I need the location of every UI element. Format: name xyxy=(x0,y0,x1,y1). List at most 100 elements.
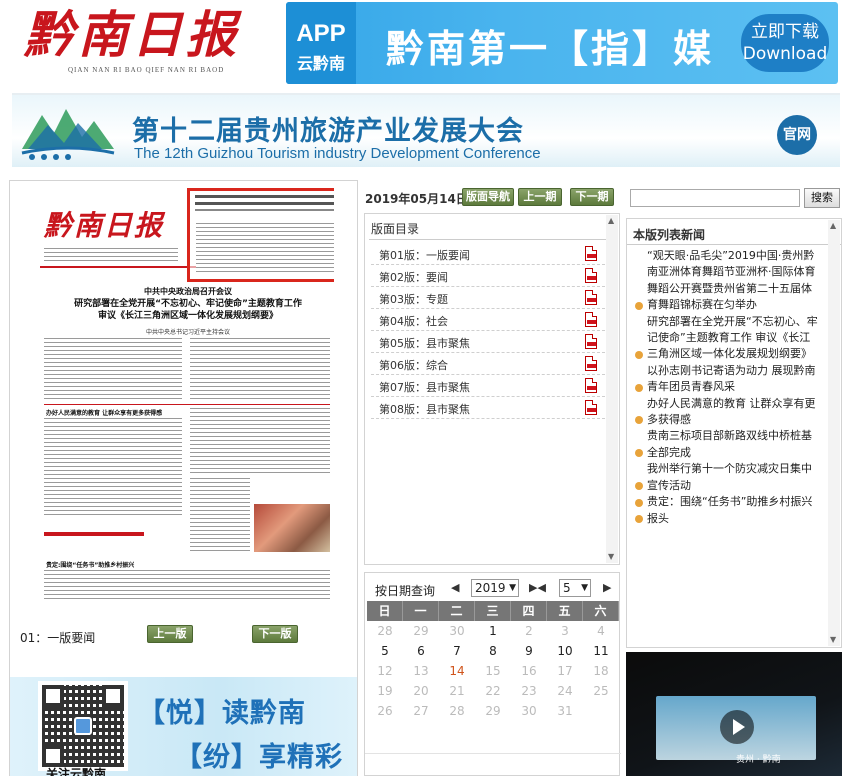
video-player[interactable]: 贵州 · 黔南 xyxy=(626,652,842,776)
news-item[interactable]: 我州举行第十一个防灾减灾日集中宣传活动 xyxy=(635,461,821,494)
news-item-text[interactable]: 研究部署在全党开展“不忘初心、牢记使命”主题教育工作 审议《长江三角洲区域一体化… xyxy=(647,315,818,361)
calendar-day: 31 xyxy=(557,704,573,718)
next-issue-button[interactable]: 下一期 xyxy=(570,188,614,206)
bullet-icon xyxy=(635,383,643,392)
news-item-text[interactable]: 报头 xyxy=(647,512,669,525)
pdf-icon[interactable] xyxy=(585,312,597,327)
toc-item-label[interactable]: 第05版：县市聚焦 xyxy=(379,335,470,351)
weekday-label: 日 xyxy=(367,601,403,621)
paper-headline-4: 中共中央总书记习近平主持会议 xyxy=(145,329,230,336)
pdf-icon[interactable] xyxy=(585,334,597,349)
pdf-icon[interactable] xyxy=(585,356,597,371)
calendar-day[interactable]: 1 xyxy=(475,621,511,641)
bullet-icon xyxy=(635,514,643,523)
calendar-day[interactable]: 9 xyxy=(511,641,547,661)
news-item[interactable]: 贵定：围绕“任务书”助推乡村振兴 xyxy=(635,494,821,510)
scroll-up-icon[interactable]: ▲ xyxy=(830,222,836,230)
search-button[interactable]: 搜索 xyxy=(804,188,840,208)
newspaper-page-image[interactable]: 黔南日报 中共中央政治局召开会议 研究部署在全党开展“不忘初心、牢记使命”主题教… xyxy=(40,186,334,601)
masthead-info xyxy=(44,248,178,262)
official-site-button[interactable]: 官网 xyxy=(777,115,817,155)
scroll-down-icon[interactable]: ▼ xyxy=(608,553,614,561)
pdf-icon[interactable] xyxy=(585,400,597,415)
toc-item-label[interactable]: 第03版：专题 xyxy=(379,291,448,307)
year-select[interactable]: 2019 ▼ xyxy=(471,579,519,597)
news-item-text[interactable]: 贵定：围绕“任务书”助推乡村振兴 xyxy=(647,495,812,508)
next-page-button[interactable]: 下一版 xyxy=(252,625,298,643)
news-item[interactable]: 贵南三标项目部新路双线中桥桩基全部完成 xyxy=(635,428,821,461)
download-button[interactable]: 立即下载 Download xyxy=(741,14,829,72)
chevron-down-icon: ▼ xyxy=(581,583,588,593)
news-item-text[interactable]: 我州举行第十一个防灾减灾日集中宣传活动 xyxy=(647,462,812,491)
prev-page-button[interactable]: 上一版 xyxy=(147,625,193,643)
month-value: 5 xyxy=(563,581,571,595)
calendar-day[interactable]: 5 xyxy=(367,641,403,661)
toc-item-label[interactable]: 第07版：县市聚焦 xyxy=(379,379,470,395)
month-select[interactable]: 5 ▼ xyxy=(559,579,591,597)
app-download-banner[interactable]: APP 云黔南 黔南第一【指】媒 立即下载 Download xyxy=(286,2,838,84)
calendar-day: 3 xyxy=(561,624,569,638)
news-item-text[interactable]: 贵南三标项目部新路双线中桥桩基全部完成 xyxy=(647,429,812,458)
search-input[interactable] xyxy=(630,189,800,207)
prev-year-icon[interactable]: ◀ xyxy=(451,581,459,594)
calendar-day: 28 xyxy=(449,704,465,718)
weekday-label: 四 xyxy=(511,601,547,621)
page-nav-button[interactable]: 版面导航 xyxy=(462,188,514,206)
article-body xyxy=(190,408,330,474)
calendar-day[interactable]: 8 xyxy=(475,641,511,661)
pdf-icon[interactable] xyxy=(585,246,597,261)
scroll-down-icon[interactable]: ▼ xyxy=(830,636,836,644)
toc-item[interactable]: 第07版：县市聚焦 xyxy=(371,375,605,397)
calendar-day[interactable]: 7 xyxy=(439,641,475,661)
news-item-text[interactable]: 以孙志刚书记寄语为动力 展现黔南青年团员青春风采 xyxy=(647,364,816,393)
news-item-text[interactable]: “观天眼·品毛尖”2019中国·贵州黔南亚洲体育舞蹈节亚洲杯·国际体育舞蹈公开赛… xyxy=(647,249,816,311)
toc-item[interactable]: 第01版：一版要闻 xyxy=(371,243,605,265)
conference-subtitle: The 12th Guizhou Tourism industry Develo… xyxy=(134,145,541,162)
qr-finder xyxy=(42,685,64,707)
pdf-icon[interactable] xyxy=(585,290,597,305)
highlighted-article[interactable] xyxy=(187,188,334,282)
news-item[interactable]: 办好人民满意的教育 让群众享有更多获得感 xyxy=(635,396,821,429)
read-promo-banner[interactable]: 【悦】读黔南 【纷】享精彩 关注云黔南 xyxy=(10,677,357,776)
news-item-text[interactable]: 办好人民满意的教育 让群众享有更多获得感 xyxy=(647,397,816,426)
toc-scrollbar[interactable]: ▲ ▼ xyxy=(606,215,618,563)
play-icon[interactable] xyxy=(720,710,754,744)
news-item[interactable]: “观天眼·品毛尖”2019中国·贵州黔南亚洲体育舞蹈节亚洲杯·国际体育舞蹈公开赛… xyxy=(635,248,821,314)
toc-item-label[interactable]: 第08版：县市聚焦 xyxy=(379,401,470,417)
calendar-day: 30 xyxy=(521,704,537,718)
pdf-icon[interactable] xyxy=(585,378,597,393)
calendar-day[interactable]: 10 xyxy=(547,641,583,661)
bullet-icon xyxy=(635,498,643,507)
scroll-up-icon[interactable]: ▲ xyxy=(608,217,614,225)
calendar-day[interactable]: 11 xyxy=(583,641,619,661)
news-item[interactable]: 以孙志刚书记寄语为动力 展现黔南青年团员青春风采 xyxy=(635,363,821,396)
bullet-icon xyxy=(635,301,643,310)
next-month-icon[interactable]: ▶ xyxy=(603,581,611,594)
toc-item[interactable]: 第04版：社会 xyxy=(371,309,605,331)
news-scrollbar[interactable]: ▲ ▼ xyxy=(828,220,840,646)
prev-issue-button[interactable]: 上一期 xyxy=(518,188,562,206)
toc-item[interactable]: 第05版：县市聚焦 xyxy=(371,331,605,353)
toc-item[interactable]: 第06版：综合 xyxy=(371,353,605,375)
toc-item-label[interactable]: 第02版：要闻 xyxy=(379,269,448,285)
toc-item-label[interactable]: 第01版：一版要闻 xyxy=(379,247,470,263)
toc-item[interactable]: 第02版：要闻 xyxy=(371,265,605,287)
calendar-day-selected[interactable]: 14 xyxy=(439,661,475,681)
next-year-icon[interactable]: ▶◀ xyxy=(529,581,546,594)
toc-panel: 版面目录 第01版：一版要闻 第02版：要闻 第03版：专题 第04版：社会 第… xyxy=(364,213,620,565)
calendar-day: 29 xyxy=(413,624,429,638)
toc-item[interactable]: 第03版：专题 xyxy=(371,287,605,309)
calendar-footer xyxy=(365,753,621,776)
news-item[interactable]: 研究部署在全党开展“不忘初心、牢记使命”主题教育工作 审议《长江三角洲区域一体化… xyxy=(635,314,821,363)
article-body xyxy=(190,478,250,554)
conference-banner[interactable]: 第十二届贵州旅游产业发展大会 The 12th Guizhou Tourism … xyxy=(12,93,840,167)
site-logo[interactable]: 黔南日报 QIAN NAN RI BAO QIEF NAN RI BAOD xyxy=(20,2,260,82)
news-item[interactable]: 报头 xyxy=(635,511,821,527)
calendar-day: 2 xyxy=(525,624,533,638)
toc-item-label[interactable]: 第04版：社会 xyxy=(379,313,448,329)
calendar-day[interactable]: 6 xyxy=(403,641,439,661)
pdf-icon[interactable] xyxy=(585,268,597,283)
paper-logo: 黔南日报 xyxy=(44,209,165,242)
toc-item-label[interactable]: 第06版：综合 xyxy=(379,357,448,373)
toc-item[interactable]: 第08版：县市聚焦 xyxy=(371,397,605,419)
